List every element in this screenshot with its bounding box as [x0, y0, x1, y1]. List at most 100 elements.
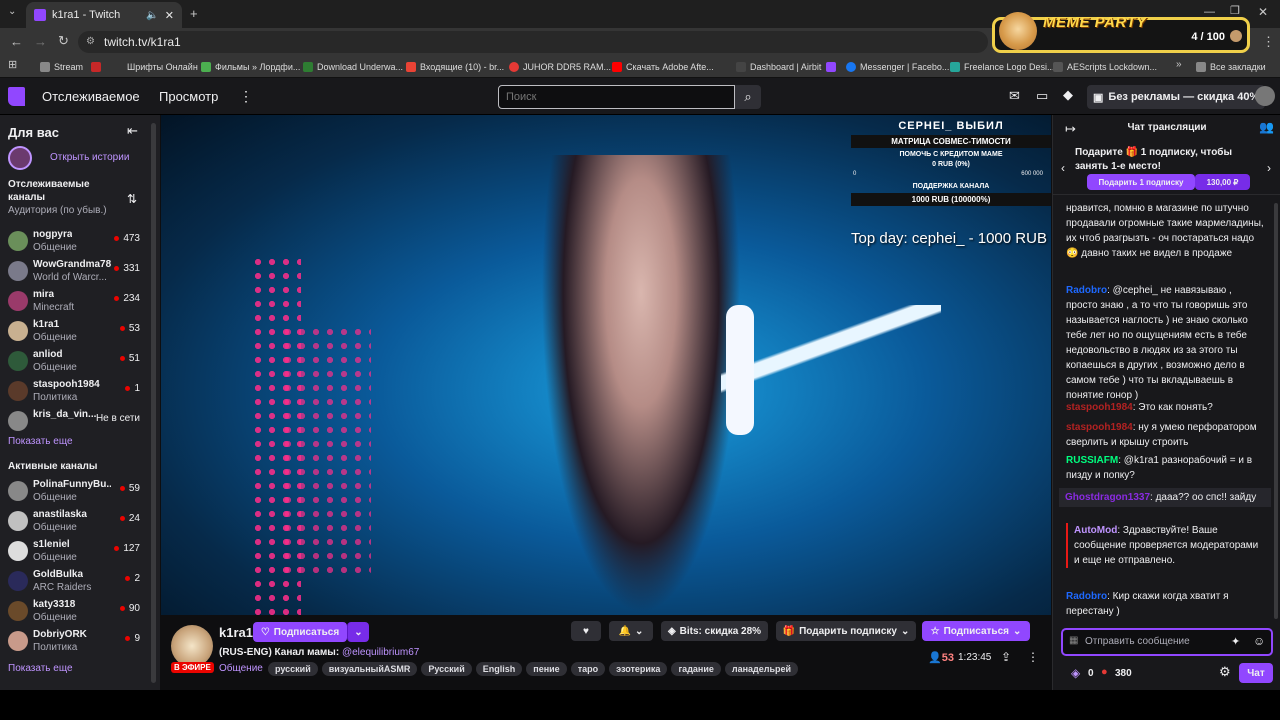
tag-6[interactable]: эзотерика	[609, 662, 668, 676]
search-input[interactable]	[498, 85, 735, 109]
inbox-icon[interactable]: ✉	[1009, 88, 1020, 104]
bookmark-adobe[interactable]: Скачать Adobe Afte...	[612, 59, 714, 75]
nav-following[interactable]: Отслеживаемое	[42, 89, 140, 104]
tag-5[interactable]: таро	[570, 662, 606, 676]
bookmark-shrifty[interactable]: Шрифты Онлайн	[127, 59, 198, 75]
bookmark-aescripts[interactable]: AEScripts Lockdown...	[1053, 59, 1157, 75]
whispers-icon[interactable]: ▭	[1036, 88, 1048, 104]
sidebar-scrollbar[interactable]	[151, 123, 156, 683]
sidebar-channel-anliod[interactable]: anliod Общение 51	[0, 347, 150, 377]
share-icon[interactable]: ⇪	[1001, 650, 1011, 664]
magic-icon[interactable]: ✦	[1231, 635, 1240, 648]
prev-icon[interactable]: ‹	[1061, 161, 1065, 175]
browser-tab[interactable]: k1ra1 - Twitch 🔈 ✕	[26, 2, 182, 28]
browser-menu-icon[interactable]: ⋮	[1262, 35, 1275, 48]
sidebar-channel-staspooh1984[interactable]: staspooh1984 Политика 1	[0, 377, 150, 407]
more-options-icon[interactable]: ⋮	[1027, 650, 1039, 664]
chat-username[interactable]: RUSSIAFM	[1066, 455, 1118, 466]
tag-0[interactable]: русский	[268, 662, 318, 676]
users-icon[interactable]: 👥	[1259, 120, 1274, 134]
chat-username[interactable]: Radobro	[1066, 591, 1107, 602]
follow-button[interactable]: ♡ Подписаться	[253, 622, 347, 642]
bookmark-airbit[interactable]: Dashboard | Airbit	[736, 59, 821, 75]
sidebar-channel-wowgrandma78[interactable]: WowGrandma78 World of Warcr... 331	[0, 257, 150, 287]
sidebar-channel-nogpyra[interactable]: nogpyra Общение 473	[0, 227, 150, 257]
sidebar-channel-anastilaska[interactable]: anastilaska Общение 24	[0, 507, 150, 537]
back-icon[interactable]: ←	[10, 35, 23, 48]
more-bookmarks-icon[interactable]: »	[1176, 60, 1182, 70]
bookmark-films[interactable]: Фильмы » Лордфи...	[201, 59, 300, 75]
twitch-logo-icon[interactable]	[8, 87, 25, 106]
notifications-button[interactable]: 🔔 ⌄	[609, 621, 653, 641]
bookmark-gmail[interactable]: Входящие (10) - br...	[406, 59, 504, 75]
subscribe-button[interactable]: ☆ Подписаться ⌄	[922, 621, 1030, 641]
like-button[interactable]: ♥	[571, 621, 601, 641]
sidebar-channel-goldbulka[interactable]: GoldBulka ARC Raiders 2	[0, 567, 150, 597]
channel-points-icon[interactable]: ●	[1101, 666, 1108, 678]
sort-icon[interactable]: ⇅	[127, 192, 137, 206]
bits-icon[interactable]: ◈	[1071, 666, 1080, 680]
tag-4[interactable]: пение	[526, 662, 567, 676]
sidebar-channel-polinafunnybu[interactable]: PolinaFunnyBu... Общение 59	[0, 477, 150, 507]
chat-username[interactable]: AutoMod	[1074, 525, 1117, 536]
drops-icon[interactable]: ◆	[1063, 87, 1073, 103]
show-more-active[interactable]: Показать еще	[8, 663, 73, 674]
bookmark-freelance[interactable]: Freelance Logo Desi...	[950, 59, 1055, 75]
chat-username[interactable]: Radobro	[1066, 285, 1107, 296]
sidebar-channel-k1ra1[interactable]: k1ra1 Общение 53	[0, 317, 150, 347]
site-info-icon[interactable]: ⚙	[86, 31, 95, 53]
chat-input[interactable]: ▦ Отправить сообщение ✦ ☺	[1061, 628, 1273, 656]
mention-link[interactable]: @elequilibrium67	[342, 647, 419, 658]
category-link[interactable]: Общение	[219, 663, 263, 674]
maximize-icon[interactable]: ❐	[1230, 6, 1240, 17]
tag-2[interactable]: Русский	[421, 662, 472, 676]
chat-scrollbar[interactable]	[1274, 203, 1278, 619]
smiley-icon[interactable]: ☺	[1253, 634, 1265, 648]
show-more-followed[interactable]: Показать еще	[8, 436, 73, 447]
video-player[interactable]: CEPHEI_ ВЫБИЛ МАТРИЦА СОВМЕС-ТИМОСТИ ПОМ…	[161, 115, 1051, 615]
new-tab-icon[interactable]: +	[190, 7, 198, 20]
sidebar-channel-s1leniel[interactable]: s1leniel Общение 127	[0, 537, 150, 567]
channel-avatar[interactable]	[171, 625, 213, 667]
channel-name[interactable]: k1ra1	[219, 625, 253, 640]
sidebar-channel-mira[interactable]: mira Minecraft 234	[0, 287, 150, 317]
chat-username[interactable]: Ghostdragon1337	[1065, 492, 1150, 503]
more-menu-icon[interactable]: ⋮	[239, 88, 253, 105]
gift-sub-button[interactable]: 🎁 Подарить подписку ⌄	[776, 621, 916, 641]
search-button[interactable]: ⌕	[735, 85, 761, 109]
all-bookmarks[interactable]: Все закладки	[1196, 59, 1266, 75]
ad-free-promo[interactable]: ▣ Без рекламы — скидка 40%	[1087, 85, 1266, 109]
url-field[interactable]: ⚙ twitch.tv/k1ra1	[78, 31, 988, 53]
bookmark-juhor[interactable]: JUHOR DDR5 RAM...	[509, 59, 611, 75]
tag-7[interactable]: гадание	[671, 662, 721, 676]
user-avatar[interactable]	[1255, 86, 1275, 106]
bookmark-download[interactable]: Download Underwa...	[303, 59, 403, 75]
bookmark-twitch[interactable]	[826, 59, 836, 75]
stories-avatar[interactable]	[8, 146, 32, 170]
gift-price[interactable]: 130,00 ₽	[1195, 174, 1250, 190]
tab-close-icon[interactable]: ✕	[165, 9, 174, 22]
bits-button[interactable]: ◈ Bits: скидка 28%	[661, 621, 768, 641]
speaker-icon[interactable]: 🔈	[146, 10, 158, 21]
emote-picker-icon[interactable]: ▦	[1069, 635, 1078, 646]
bookmark-stream[interactable]: Stream	[40, 59, 83, 75]
tag-3[interactable]: English	[475, 662, 523, 676]
sidebar-channel-katy3318[interactable]: katy3318 Общение 90	[0, 597, 150, 627]
tab-search-icon[interactable]: ⌄	[8, 7, 16, 17]
nav-browse[interactable]: Просмотр	[159, 89, 218, 104]
follow-dropdown-button[interactable]: ⌄	[347, 622, 369, 642]
chat-send-button[interactable]: Чат	[1239, 663, 1273, 683]
tag-8[interactable]: ланадельрей	[724, 662, 799, 676]
chat-username[interactable]: staspooh1984	[1066, 422, 1133, 433]
chat-settings-icon[interactable]: ⚙	[1219, 664, 1231, 680]
sidebar-channel-krisdavin[interactable]: kris_da_vin... Не в сети	[0, 407, 150, 437]
window-close-icon[interactable]: ✕	[1258, 6, 1268, 18]
sidebar-channel-dobriyork[interactable]: DobriyORK Политика 9	[0, 627, 150, 657]
bookmark-fonts[interactable]	[91, 59, 101, 75]
chat-username[interactable]: staspooh1984	[1066, 402, 1133, 413]
tag-1[interactable]: визуальныйASMR	[321, 662, 418, 676]
bookmark-messenger[interactable]: Messenger | Facebo...	[846, 59, 949, 75]
next-icon[interactable]: ›	[1267, 161, 1271, 175]
open-stories-link[interactable]: Открыть истории	[50, 152, 129, 163]
apps-grid-icon[interactable]: ⊞	[8, 60, 17, 71]
